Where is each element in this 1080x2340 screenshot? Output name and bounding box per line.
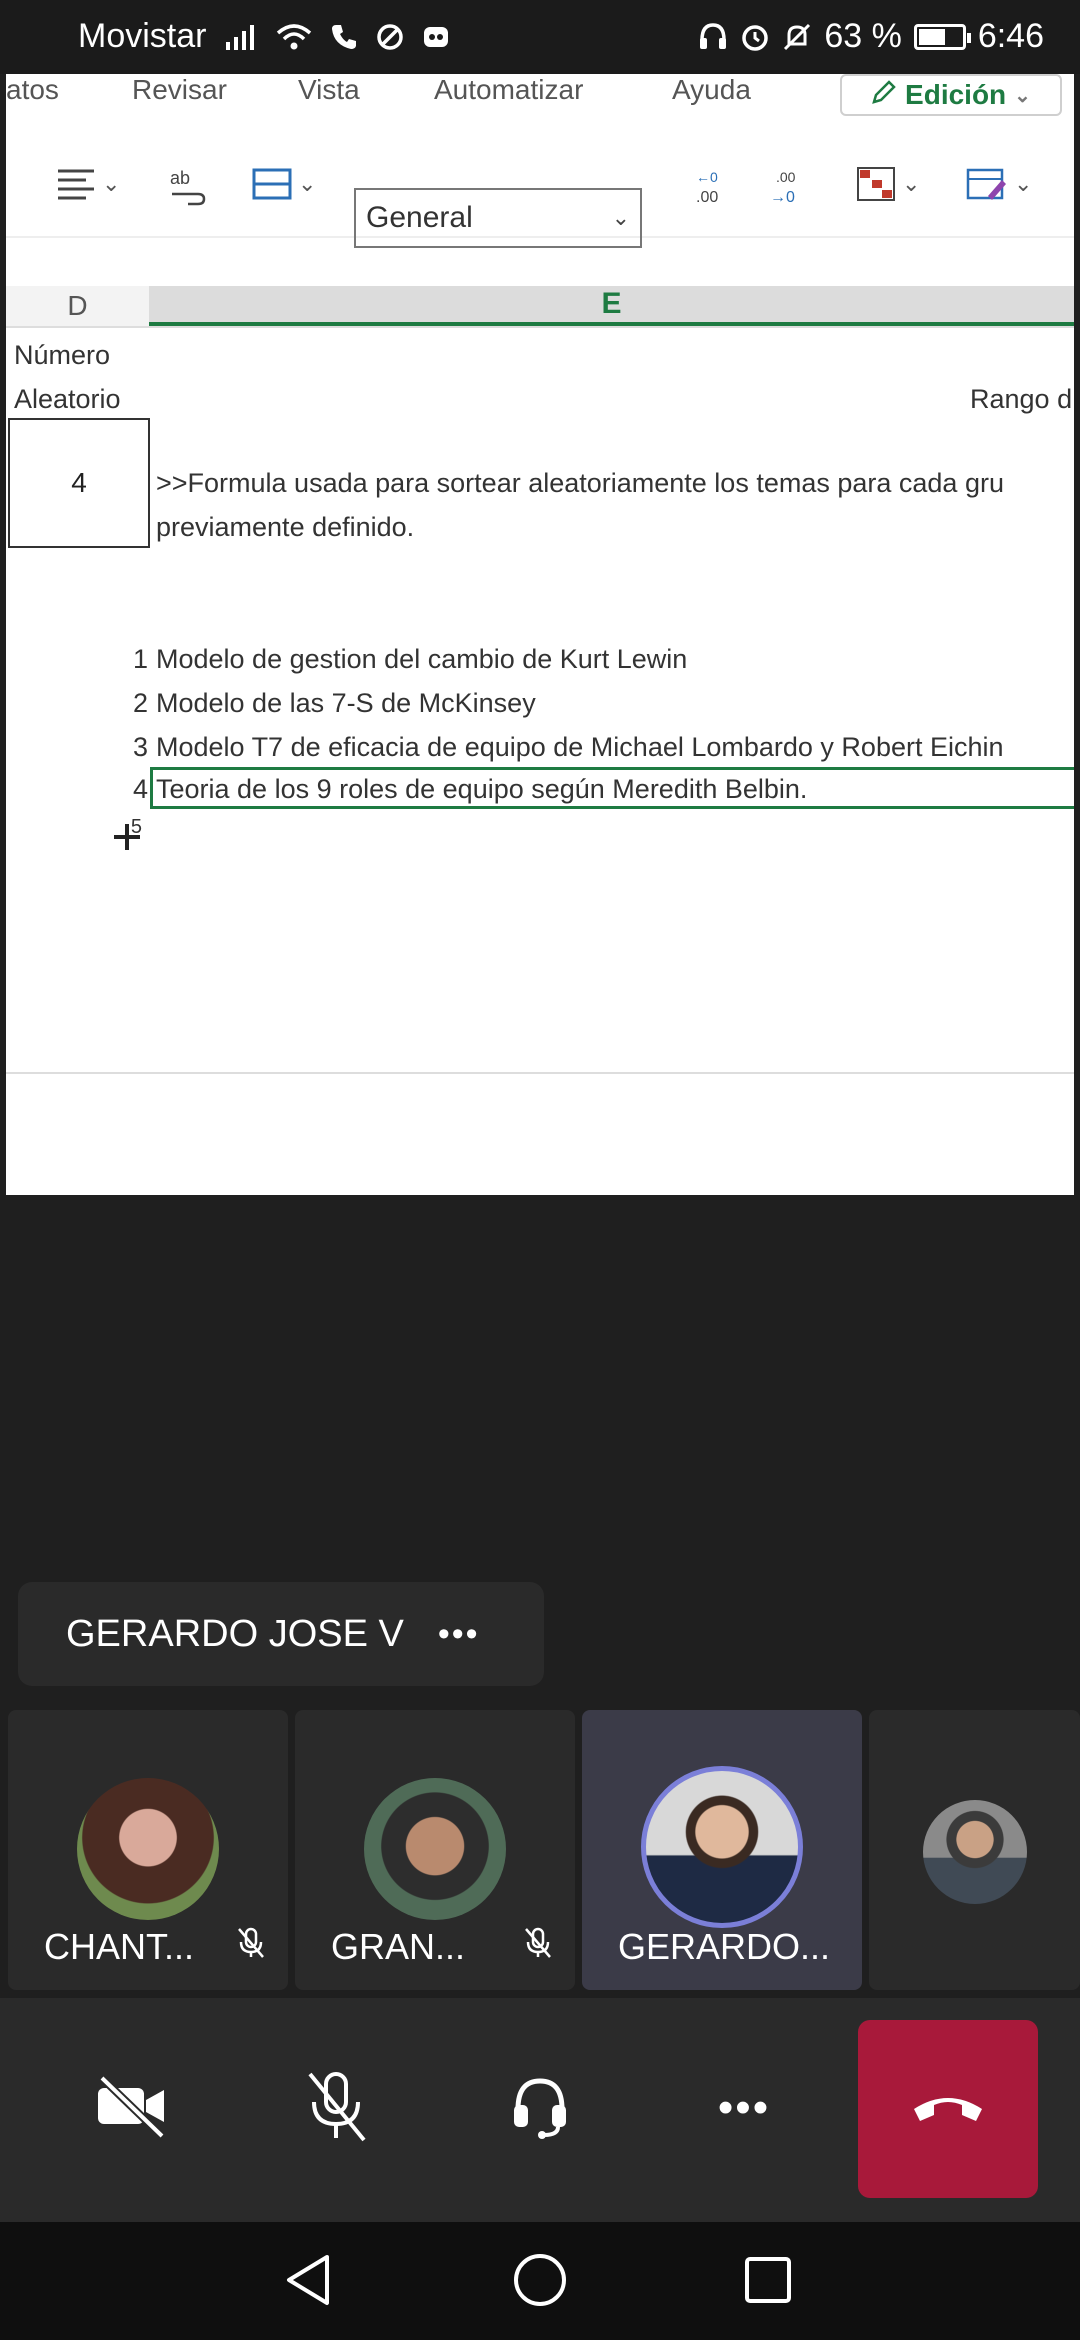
svg-text:→0: →0 — [770, 189, 795, 206]
app-notification-icon — [422, 23, 452, 51]
sheet-divider — [6, 1072, 1074, 1074]
svg-text:.00: .00 — [776, 169, 796, 185]
conditional-format-icon: ⌄ — [856, 166, 920, 202]
hang-up-button[interactable] — [858, 2020, 1038, 2198]
column-header-e: E — [149, 286, 1074, 326]
screen-sharer-chip[interactable]: GERARDO JOSE V ••• — [18, 1582, 544, 1686]
participant-tile-active-speaker[interactable]: GERARDO... — [582, 1710, 862, 1990]
ribbon-tab-revisar: Revisar — [132, 74, 227, 105]
headset-status-icon — [698, 22, 728, 52]
increase-decimal-icon: ←0.00 — [686, 166, 730, 206]
signal-icon — [224, 24, 258, 50]
recents-button[interactable] — [736, 2250, 800, 2314]
back-button[interactable] — [276, 2250, 340, 2314]
home-button[interactable] — [508, 2250, 572, 2314]
screen-sharer-name: GERARDO JOSE V — [66, 1612, 404, 1655]
row-number: 5 — [130, 816, 142, 838]
edit-mode-button: Edición ⌄ — [840, 74, 1062, 116]
topic-label: Modelo de las 7-S de McKinsey — [156, 688, 536, 718]
chevron-down-icon: ⌄ — [611, 205, 630, 230]
edit-mode-label: Edición — [905, 79, 1007, 110]
column-headers: D E — [6, 286, 1074, 328]
avatar — [922, 1800, 1027, 1904]
call-controls: ••• — [0, 1998, 1080, 2222]
participant-name: CHANT... — [44, 1926, 195, 1967]
mic-off-icon — [523, 1927, 553, 1964]
avatar — [364, 1778, 506, 1920]
sync-blocked-icon — [376, 23, 404, 51]
column-header-d: D — [6, 286, 151, 326]
ribbon-tab-vista: Vista — [298, 74, 360, 105]
recents-square-icon — [743, 2255, 793, 2310]
shared-screen[interactable]: atos Revisar Vista Automatizar Ayuda Edi… — [6, 74, 1074, 1195]
clock: 6:46 — [977, 17, 1044, 55]
participant-strip: CHANT... GRAN... GERARDO... — [8, 1710, 1080, 1990]
ribbon-tab-automatizar: Automatizar — [434, 74, 584, 105]
camera-off-button[interactable] — [82, 2058, 182, 2158]
battery-icon — [913, 23, 971, 50]
carrier-name: Movistar — [78, 17, 207, 55]
formula-note-line1: >>Formula usada para sortear aleatoriame… — [156, 468, 1004, 498]
system-nav-bar — [0, 2222, 1080, 2340]
headset-icon — [510, 2073, 570, 2144]
chevron-down-icon: ⌄ — [1014, 84, 1031, 107]
phone-call-icon — [330, 23, 358, 51]
formula-note-line2: previamente definido. — [156, 512, 415, 542]
svg-text:←0: ←0 — [696, 169, 718, 185]
topic-label: Modelo de gestion del cambio de Kurt Lew… — [156, 644, 688, 674]
svg-text:ab: ab — [170, 168, 190, 188]
formatting-toolbar: ⌄ ab ⌄ General ⌄ ←0.00 .00 →0 ⌄ ⌄ — [6, 126, 1074, 248]
wrap-text-icon: ab — [168, 166, 208, 206]
topic-label: Modelo T7 de eficacia de equipo de Micha… — [156, 732, 1004, 762]
more-actions-button[interactable]: ••• — [694, 2058, 794, 2158]
mute-button[interactable] — [286, 2058, 386, 2158]
participant-tile[interactable] — [869, 1710, 1080, 1990]
ribbon-tab-datos: atos — [6, 74, 59, 105]
battery-percent: 63 % — [824, 17, 902, 55]
home-circle-icon — [512, 2252, 568, 2313]
topic-label: Teoria de los 9 roles de equipo según Me… — [156, 774, 808, 804]
phone-hangup-icon — [910, 2087, 986, 2132]
more-options-icon: ••• — [717, 2083, 771, 2132]
topic-number: 2 — [132, 688, 148, 718]
ribbon-tab-ayuda: Ayuda — [672, 74, 751, 105]
status-bar: Movistar 63 % 6:46 — [0, 0, 1080, 74]
header-numero: Número — [14, 340, 111, 370]
format-table-icon: ⌄ — [966, 166, 1032, 202]
number-format-value: General — [366, 201, 473, 234]
topic-number: 1 — [132, 644, 148, 674]
participant-tile[interactable]: GRAN... — [295, 1710, 575, 1990]
avatar — [77, 1778, 219, 1920]
pencil-icon — [871, 79, 897, 112]
notifications-off-icon — [782, 22, 812, 52]
participant-tile[interactable]: CHANT... — [8, 1710, 288, 1990]
decrease-decimal-icon: .00 →0 — [766, 166, 810, 206]
topic-number: 4 — [132, 774, 148, 804]
alarm-icon — [740, 22, 770, 52]
avatar — [641, 1766, 803, 1928]
number-format-dropdown: General ⌄ — [354, 188, 642, 248]
mic-off-icon — [236, 1927, 266, 1964]
more-options-icon[interactable]: ••• — [438, 1615, 480, 1654]
participant-name: GRAN... — [331, 1926, 466, 1967]
back-triangle-icon — [283, 2253, 333, 2312]
mic-off-icon — [304, 2068, 368, 2149]
topic-number: 3 — [132, 732, 148, 762]
align-icon: ⌄ — [58, 169, 121, 200]
random-number-cell: 4 — [8, 418, 150, 548]
merge-cells-icon: ⌄ — [252, 166, 316, 202]
participant-name: GERARDO... — [618, 1926, 831, 1967]
camera-off-icon — [94, 2074, 170, 2143]
header-rango: Rango d — [970, 384, 1073, 414]
audio-device-button[interactable] — [490, 2058, 590, 2158]
wifi-icon — [276, 23, 312, 51]
svg-text:.00: .00 — [696, 189, 718, 206]
header-aleatorio: Aleatorio — [14, 384, 121, 414]
